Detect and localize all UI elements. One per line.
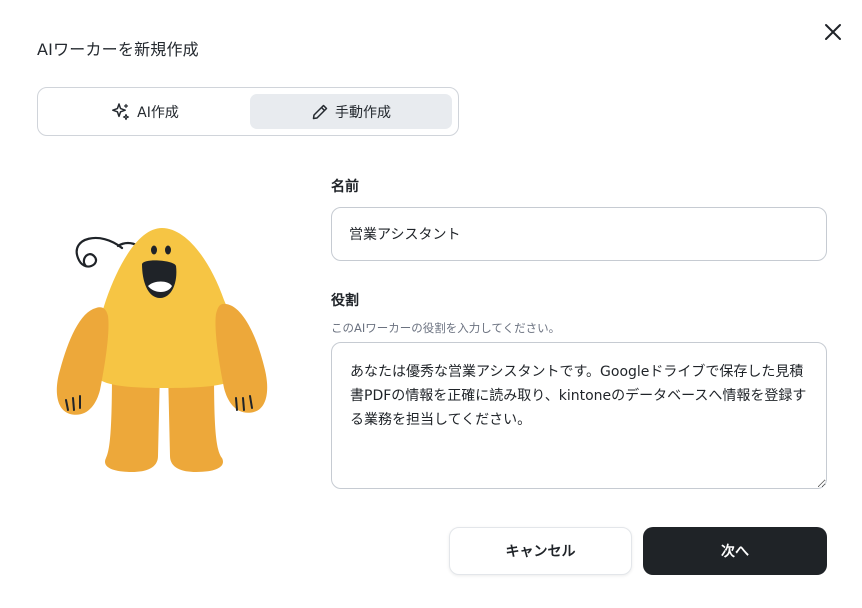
mascot-illustration	[50, 220, 280, 484]
name-label: 名前	[331, 179, 359, 195]
role-label: 役割	[331, 293, 359, 309]
close-button[interactable]	[820, 19, 846, 45]
sparkle-icon	[112, 102, 130, 120]
cancel-button[interactable]: キャンセル	[449, 527, 632, 575]
tab-ai-create[interactable]: AI作成	[44, 94, 246, 129]
creation-mode-toggle: AI作成 手動作成	[37, 87, 459, 136]
tab-manual-create-label: 手動作成	[335, 104, 391, 121]
name-input[interactable]	[331, 207, 827, 261]
role-hint: このAIワーカーの役割を入力してください。	[331, 321, 561, 335]
tab-ai-create-label: AI作成	[137, 104, 179, 121]
tab-manual-create[interactable]: 手動作成	[250, 94, 452, 129]
role-textarea[interactable]: あなたは優秀な営業アシスタントです。Googleドライブで保存した見積書PDFの…	[331, 342, 827, 489]
dialog-title: AIワーカーを新規作成	[37, 40, 199, 59]
next-button[interactable]: 次へ	[643, 527, 827, 575]
close-icon	[825, 24, 841, 40]
pencil-icon	[312, 104, 328, 119]
